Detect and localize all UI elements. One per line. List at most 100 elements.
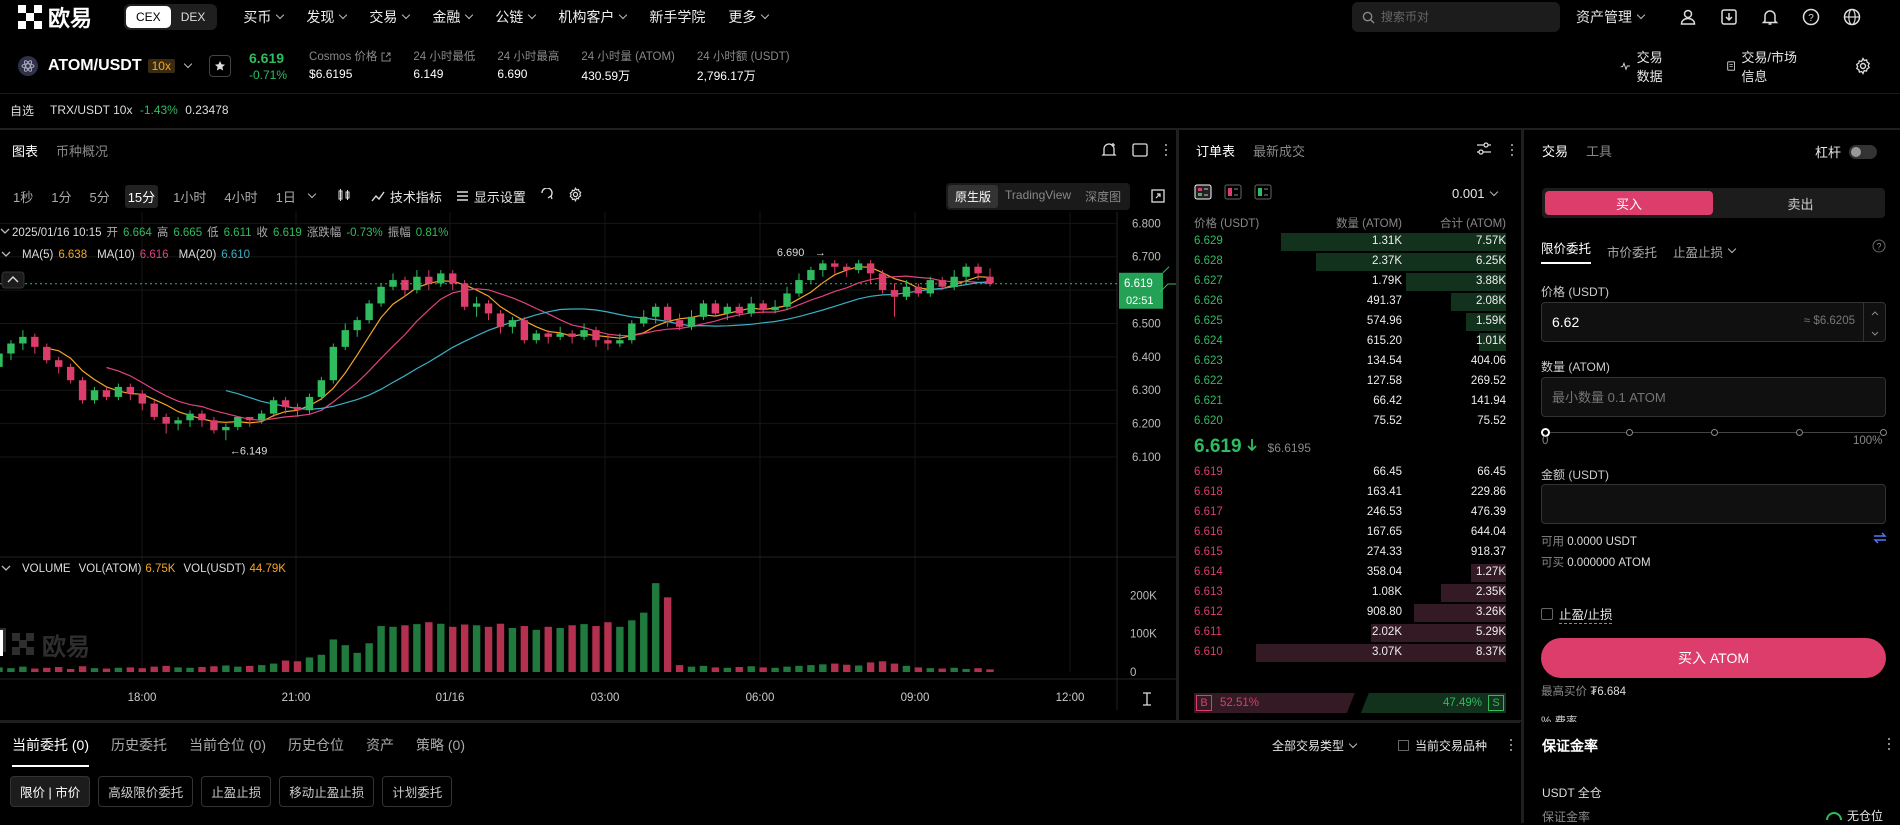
candle[interactable] [66,363,75,384]
precision-select[interactable]: 0.001 [1452,186,1498,201]
interval-3[interactable]: 15分 [124,184,159,208]
help-icon[interactable]: ? [1801,7,1821,27]
candle[interactable] [843,263,851,277]
orderbook-row[interactable]: 6.614 358.04 1.27K [1194,563,1506,583]
qty-slider[interactable] [1541,427,1887,439]
transfer-icon[interactable] [1873,532,1887,547]
candle[interactable] [425,270,433,291]
divider[interactable] [1521,128,1524,823]
search-input[interactable] [1381,10,1551,24]
menu-item-3[interactable]: 金融 [432,7,474,27]
collapse-ma-icon[interactable] [1,251,11,257]
candle[interactable] [831,260,839,274]
candle[interactable] [914,283,923,297]
current-only-checkbox-row[interactable]: 当前交易品种 [1398,737,1487,754]
search-box[interactable] [1352,2,1560,32]
candle[interactable] [0,347,3,370]
candle[interactable] [341,323,349,351]
candle[interactable] [413,270,421,294]
orderbook-row[interactable]: 6.617 246.53 476.39 [1194,503,1506,523]
current-only-checkbox[interactable] [1398,740,1409,751]
candle[interactable] [222,423,230,441]
settings-gear-icon[interactable] [1854,57,1872,75]
candle[interactable] [43,343,51,364]
chart-tab-1[interactable]: 币种概况 [56,141,108,160]
menu-item-1[interactable]: 发现 [306,7,348,27]
favorite-star-icon[interactable] [208,54,231,77]
qty-field[interactable] [1541,377,1886,417]
orders-tab-2[interactable]: 当前仓位 (0) [189,735,266,755]
price-field[interactable]: ≈ $6.6205 [1541,302,1886,342]
candle[interactable] [90,386,99,404]
trade-data-link[interactable]: 交易数据 [1620,47,1699,85]
candle[interactable] [460,280,469,311]
user-icon[interactable] [1678,7,1698,27]
candle-type-icon[interactable] [337,188,351,205]
interval-2[interactable]: 5分 [86,185,112,208]
interval-4[interactable]: 1小时 [170,185,209,208]
orders-tab-3[interactable]: 历史仓位 [288,735,344,755]
candle[interactable] [484,300,493,321]
candle[interactable] [496,310,505,334]
alert-add-icon[interactable] [1101,142,1117,161]
asset-management-menu[interactable]: 资产管理 [1576,7,1646,27]
candle[interactable] [389,273,397,291]
candle[interactable] [150,400,158,421]
order-subtab-0[interactable]: 限价 | 市价 [10,776,91,807]
stepper-down-icon[interactable] [1864,325,1886,344]
candle[interactable] [210,416,218,434]
orderbook-row[interactable]: 6.626 491.37 2.08K [1194,292,1506,312]
price-stepper[interactable] [1863,303,1885,341]
amount-field[interactable] [1541,484,1886,524]
orders-tab-1[interactable]: 历史委托 [111,735,167,755]
interval-0[interactable]: 1秒 [10,185,36,208]
buy-atom-button[interactable]: 买入 ATOM [1541,638,1886,678]
candle[interactable] [246,416,254,427]
logo[interactable]: 欧易 [18,1,120,33]
orderbook-menu-icon[interactable] [1510,142,1514,161]
orderbook-row[interactable]: 6.611 2.02K 5.29K [1194,623,1506,643]
candle[interactable] [329,343,338,384]
price-input[interactable] [1552,314,1752,330]
interval-1[interactable]: 1分 [48,185,74,208]
orderbook-row[interactable]: 6.622 127.58 269.52 [1194,372,1506,392]
orderbook-tab-1[interactable]: 最新成交 [1253,141,1305,160]
candle[interactable] [723,303,732,321]
view-both-icon[interactable] [1194,184,1212,203]
candle[interactable] [162,413,170,434]
orderbook-row[interactable]: 6.616 167.65 644.04 [1194,523,1506,543]
candle[interactable] [819,260,827,277]
orderbook-row[interactable]: 6.620 75.52 75.52 [1194,412,1506,432]
drag-handle[interactable] [0,630,3,656]
orderbook-row[interactable]: 6.627 1.79K 3.88K [1194,272,1506,292]
order-subtab-2[interactable]: 止盈止损 [201,776,272,807]
panel-menu-icon[interactable] [1164,142,1168,161]
candle[interactable] [520,316,529,344]
display-settings-button[interactable]: 显示设置 [456,187,526,206]
candle[interactable] [353,316,361,337]
orderbook-row[interactable]: 6.621 66.42 141.94 [1194,392,1506,412]
orderbook-row[interactable]: 6.623 134.54 404.06 [1194,352,1506,372]
cex-tab[interactable]: CEX [126,6,171,28]
indicators-button[interactable]: 技术指标 [371,187,442,206]
orderbook-tab-0[interactable]: 订单表 [1196,141,1235,160]
pair-name[interactable]: ATOM/USDT [48,57,142,75]
candle[interactable] [926,276,935,297]
collapse-legend-icon[interactable] [0,228,10,234]
snapshot-icon[interactable] [540,186,554,205]
tpsl-checkbox[interactable] [1541,608,1553,620]
chart-settings-gear-icon[interactable] [568,187,583,205]
orderbook-row[interactable]: 6.624 615.20 1.01K [1194,332,1506,352]
candle[interactable] [556,326,564,341]
trade-tab-0[interactable]: 交易 [1542,141,1568,160]
orderbook-row[interactable]: 6.615 274.33 918.37 [1194,543,1506,563]
market-info-link[interactable]: 交易/市场信息 [1727,47,1826,85]
layout-icon[interactable] [1132,143,1148,160]
candle[interactable] [795,273,803,297]
bell-icon[interactable] [1760,7,1780,27]
candle[interactable] [114,383,123,401]
chart-version-1[interactable]: TradingView [998,185,1078,208]
interval-5[interactable]: 4小时 [221,185,260,208]
help-circle-icon[interactable]: ? [1872,239,1886,256]
fee-row[interactable]: % 费率 [1541,713,1577,722]
